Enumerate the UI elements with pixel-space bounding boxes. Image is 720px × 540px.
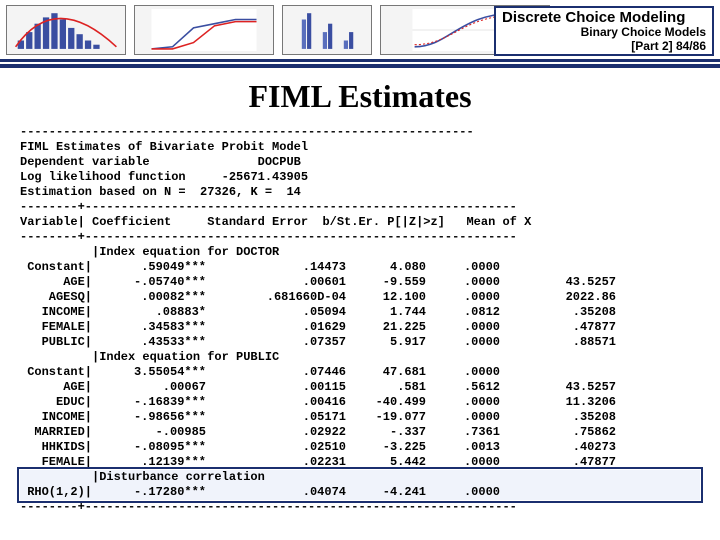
output-preamble: ----------------------------------------…: [20, 125, 700, 245]
section-rho: |Disturbance correlation: [20, 470, 700, 485]
se-cell: .04074: [212, 485, 352, 500]
table-row: HHKIDS|-.08095***.02510-3.225.0013.40273: [20, 440, 700, 455]
course-title: Discrete Choice Modeling: [502, 10, 706, 25]
closing-separator: --------+-------------------------------…: [20, 500, 700, 515]
table-row: INCOME|-.98656***.05171-19.077.0000.3520…: [20, 410, 700, 425]
table-row: FEMALE|.34583***.0162921.225.0000.47877: [20, 320, 700, 335]
thumb-line-chart: [134, 5, 274, 55]
coef-cell: -.17280***: [92, 485, 212, 500]
section-public: |Index equation for PUBLIC: [20, 350, 700, 365]
table-row-rho: RHO(1,2)| -.17280*** .04074 -4.241 .0000: [20, 485, 700, 500]
course-subtitle: Binary Choice Models: [502, 25, 706, 39]
p-cell: .0000: [432, 485, 506, 500]
thumb-bar-chart: [6, 5, 126, 55]
table-row: AGE|.00067.00115.581.561243.5257: [20, 380, 700, 395]
results-table: |Index equation for DOCTOR Constant|.590…: [20, 245, 700, 500]
part-indicator: [Part 2] 84/86: [502, 39, 706, 53]
title-box: Discrete Choice Modeling Binary Choice M…: [494, 6, 714, 56]
table-row: Constant|.59049***.144734.080.0000: [20, 260, 700, 275]
table-row: Constant|3.55054***.0744647.681.0000: [20, 365, 700, 380]
var-cell: RHO(1,2)|: [20, 485, 92, 500]
thumb-grouped-bar-chart: [282, 5, 372, 55]
main-content: FIML Estimates -------------------------…: [0, 68, 720, 515]
bar-chart-icon: [10, 9, 122, 51]
table-row: INCOME|.08883*.050941.744.0812.35208: [20, 305, 700, 320]
t-cell: -4.241: [352, 485, 432, 500]
line-chart-icon: [138, 9, 270, 51]
grouped-bar-chart-icon: [286, 9, 368, 51]
table-row: MARRIED|-.00985.02922-.337.7361.75862: [20, 425, 700, 440]
table-row: AGE|-.05740***.00601-9.559.000043.5257: [20, 275, 700, 290]
table-row: AGESQ|.00082***.681660D-0412.100.0000202…: [20, 290, 700, 305]
slide-title: FIML Estimates: [20, 78, 700, 115]
slide: Discrete Choice Modeling Binary Choice M…: [0, 0, 720, 540]
table-row: PUBLIC|.43533***.073575.917.0000.88571: [20, 335, 700, 350]
mx-cell: [506, 485, 616, 500]
section-doctor: |Index equation for DOCTOR: [20, 245, 700, 260]
top-strip: Discrete Choice Modeling Binary Choice M…: [0, 0, 720, 62]
table-row: EDUC|-.16839***.00416-40.499.000011.3206: [20, 395, 700, 410]
rho-highlight-box: |Disturbance correlation RHO(1,2)| -.172…: [20, 470, 700, 500]
table-row: FEMALE|.12139***.022315.442.0000.47877: [20, 455, 700, 470]
